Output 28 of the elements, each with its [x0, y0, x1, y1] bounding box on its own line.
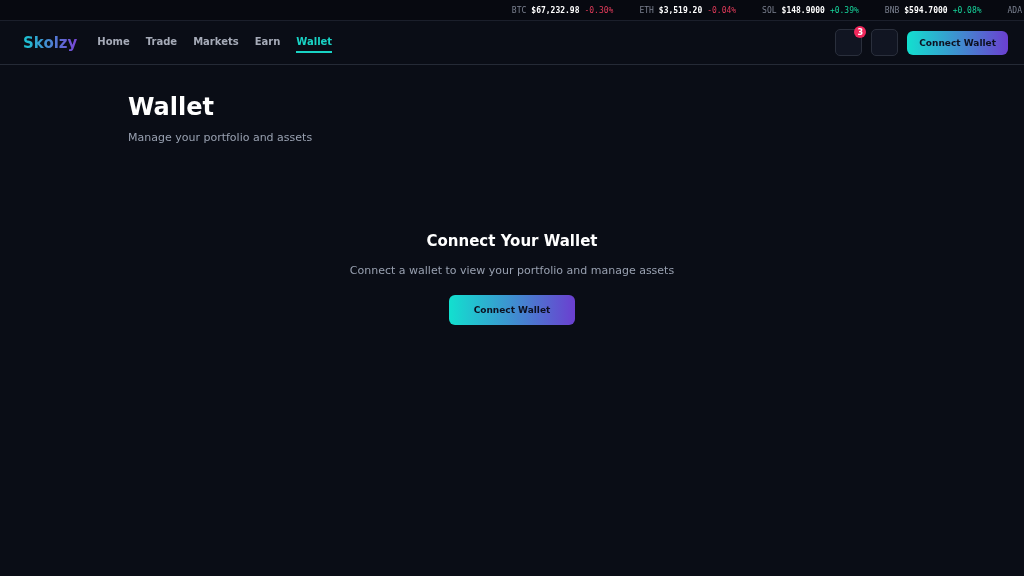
ticker-price: $594.7000 [904, 5, 948, 15]
notification-badge: 3 [854, 26, 867, 38]
ticker-symbol: BTC [511, 5, 527, 15]
logo[interactable]: Skolzy [23, 33, 78, 52]
ticker-price: $148.9000 [781, 5, 825, 15]
ticker-price: $67,232.98 [531, 5, 580, 15]
nav-link[interactable]: Earn [254, 32, 281, 53]
ticker-symbol: ADA [1007, 5, 1022, 15]
nav-link[interactable]: Trade [145, 32, 178, 53]
page-title: Wallet [128, 93, 215, 121]
ticker-price: $3,519.20 [658, 5, 703, 15]
ticker-symbol: BNB [884, 5, 900, 15]
ticker-symbol: ETH [639, 5, 654, 15]
nav-link[interactable]: Home [97, 32, 130, 53]
connect-wallet-button[interactable]: Connect Wallet [448, 295, 576, 325]
ticker-symbol: SOL [762, 5, 777, 15]
icon-button[interactable] [871, 29, 899, 56]
empty-state-title: Connect Your Wallet [426, 232, 598, 250]
ticker-change: +0.08% [952, 5, 982, 15]
connect-wallet-button[interactable]: Connect Wallet [907, 30, 1008, 55]
ticker-change: -0.30% [584, 5, 614, 15]
empty-state-text: Connect a wallet to view your portfolio and manage assets [349, 264, 675, 277]
nav-link[interactable]: Wallet [296, 32, 333, 53]
page-subtitle: Manage your portfolio and assets [128, 131, 314, 144]
notification-button[interactable]: 3 [835, 29, 863, 56]
ticker-change: +0.39% [829, 5, 859, 15]
nav-link[interactable]: Markets [193, 32, 239, 53]
ticker-change: -0.04% [707, 5, 737, 15]
